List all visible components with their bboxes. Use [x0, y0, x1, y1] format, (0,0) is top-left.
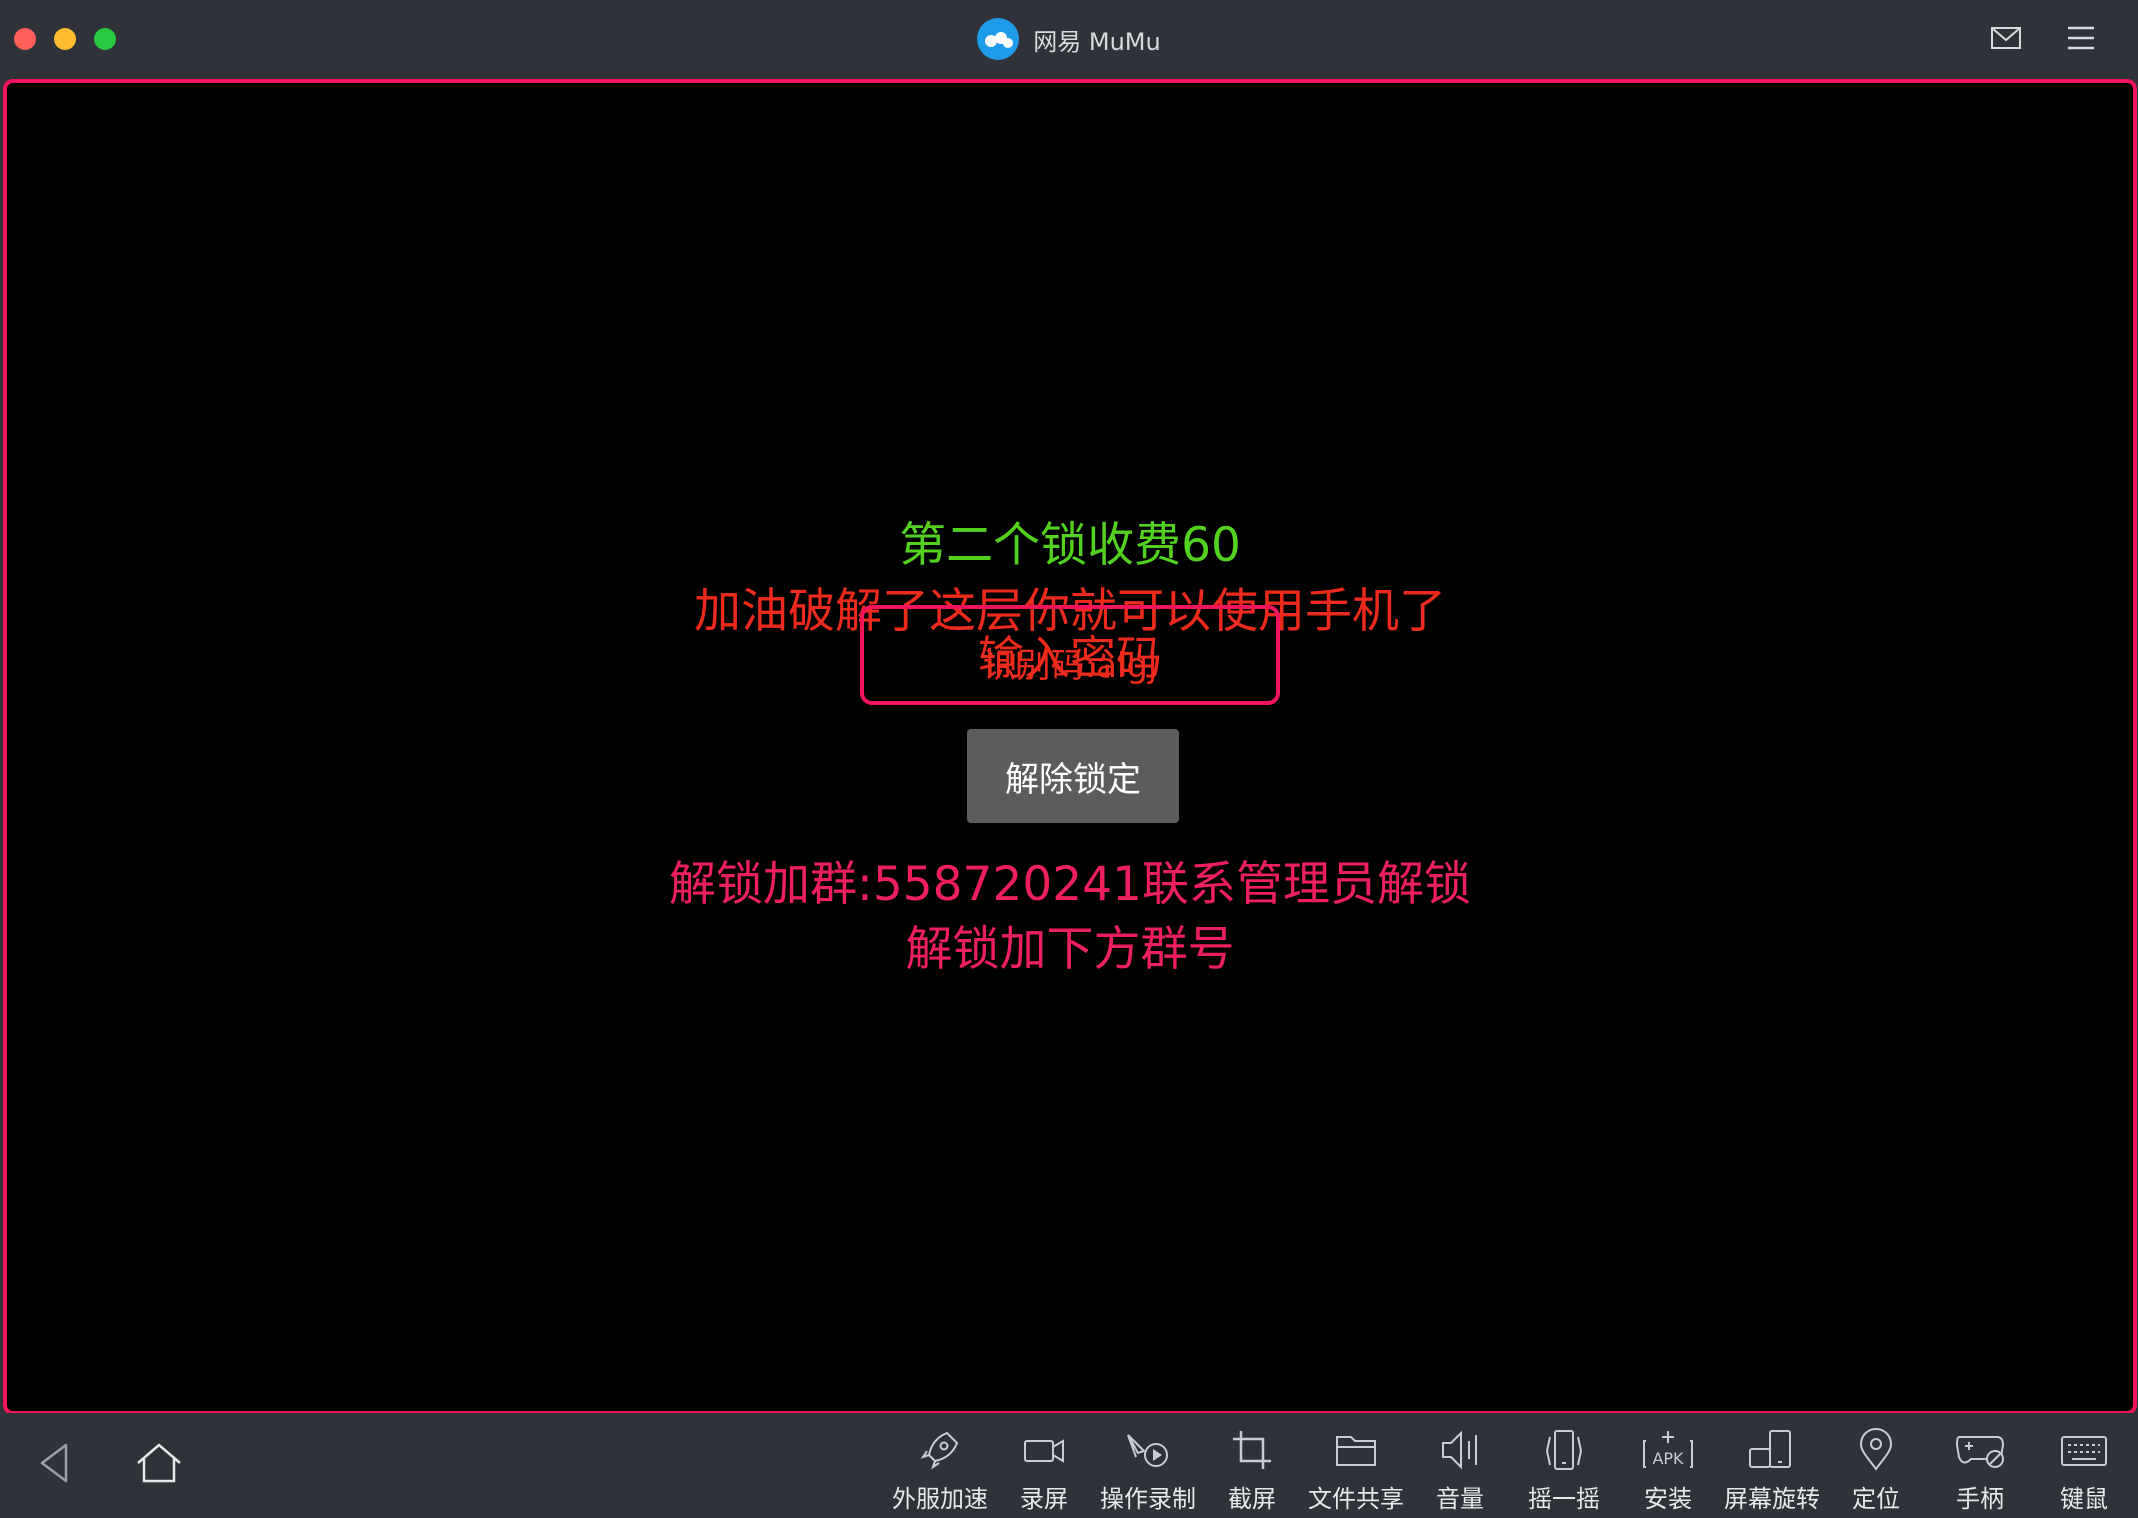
- macro-record-icon: [1127, 1434, 1168, 1467]
- toolbar-label: 定位: [1852, 1485, 1900, 1513]
- folder-icon: [1336, 1436, 1376, 1466]
- toolbar-record-screen[interactable]: 录屏: [992, 1427, 1096, 1515]
- toolbar-label: 手柄: [1956, 1485, 2004, 1513]
- group-hint-text: 解锁加下方群号: [905, 922, 1235, 977]
- toolbar-file-share[interactable]: 文件共享: [1304, 1427, 1408, 1515]
- toolbar-label: 外服加速: [892, 1485, 988, 1513]
- toolbar-label: 摇一摇: [1528, 1485, 1600, 1513]
- password-input[interactable]: 输入密码: [860, 605, 1280, 705]
- unlock-button[interactable]: 解除锁定: [967, 729, 1179, 823]
- toolbar-macro-record[interactable]: 操作录制: [1096, 1427, 1200, 1515]
- rocket-icon: [920, 1431, 959, 1470]
- toolbar-volume[interactable]: 音量: [1408, 1427, 1512, 1515]
- mumu-logo-icon: [977, 18, 1020, 60]
- back-icon[interactable]: [36, 1441, 72, 1489]
- volume-icon: [1442, 1430, 1477, 1470]
- toolbar-accelerate[interactable]: 外服加速: [888, 1427, 992, 1515]
- toolbar-gamepad[interactable]: 手柄: [1928, 1427, 2032, 1515]
- toolbar-shake[interactable]: 摇一摇: [1512, 1427, 1616, 1515]
- shake-icon: [1545, 1430, 1583, 1470]
- svg-text:APK: APK: [1652, 1449, 1684, 1468]
- toolbar-label: 录屏: [1020, 1485, 1068, 1513]
- crop-icon: [1233, 1431, 1271, 1469]
- toolbar-label: 文件共享: [1308, 1485, 1404, 1513]
- fee-text: 第二个锁收费60: [899, 518, 1241, 573]
- toolbar-rotate-screen[interactable]: 屏幕旋转: [1720, 1427, 1824, 1515]
- window-title-text: 网易 MuMu: [1033, 27, 1161, 56]
- password-placeholder: 输入密码: [978, 631, 1162, 685]
- window-title: 网易 MuMu: [0, 18, 2138, 60]
- rotate-screen-icon: [1749, 1430, 1791, 1468]
- title-bar: 网易 MuMu: [0, 0, 2138, 78]
- toolbar-label: 操作录制: [1100, 1485, 1196, 1513]
- home-icon[interactable]: [134, 1441, 184, 1489]
- gamepad-icon: [1955, 1436, 2005, 1468]
- toolbar-label: 音量: [1436, 1485, 1484, 1513]
- lock-screen: 第二个锁收费60 加油破解了这层你就可以使用手机了 识别码:aigj 输入密码 …: [7, 83, 2133, 1411]
- toolbar-install-apk[interactable]: APK 安装: [1616, 1427, 1720, 1515]
- bottom-toolbar: 外服加速 录屏 操作录制 截屏 文件共享 音量 摇一摇 APK 安装 屏幕旋转 …: [0, 1413, 2138, 1518]
- toolbar-label: 安装: [1644, 1485, 1692, 1513]
- menu-icon[interactable]: [2066, 22, 2096, 58]
- toolbar-label: 键鼠: [2060, 1485, 2108, 1513]
- toolbar-location[interactable]: 定位: [1824, 1427, 1928, 1515]
- toolbar-keyboard-mouse[interactable]: 键鼠: [2032, 1427, 2136, 1515]
- toolbar-label: 屏幕旋转: [1724, 1485, 1820, 1513]
- mail-icon[interactable]: [1990, 22, 2022, 58]
- apk-install-icon: APK: [1643, 1431, 1693, 1468]
- toolbar-label: 截屏: [1228, 1485, 1276, 1513]
- location-pin-icon: [1859, 1428, 1893, 1471]
- toolbar-screenshot[interactable]: 截屏: [1200, 1427, 1304, 1515]
- video-camera-icon: [1024, 1439, 1064, 1463]
- keyboard-icon: [2061, 1436, 2107, 1466]
- emulator-screen: 第二个锁收费60 加油破解了这层你就可以使用手机了 识别码:aigj 输入密码 …: [3, 79, 2137, 1415]
- group-info-text: 解锁加群:558720241联系管理员解锁: [669, 857, 1471, 912]
